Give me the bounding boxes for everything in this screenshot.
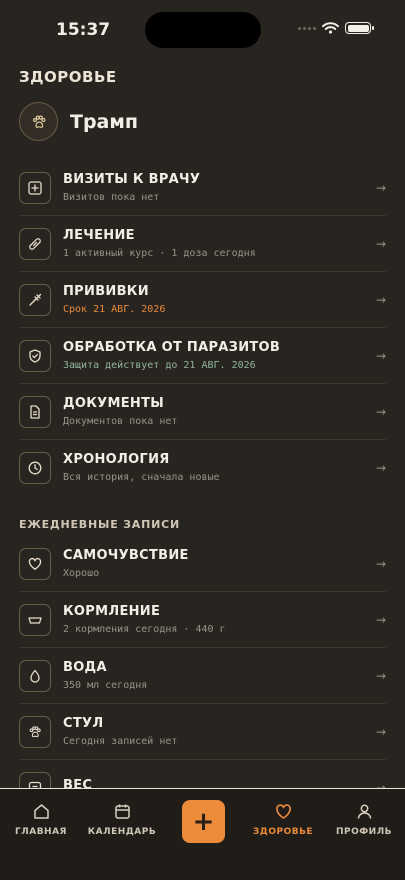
scale-icon	[19, 772, 51, 788]
document-icon	[19, 395, 51, 428]
row-title: ЛЕЧЕНИЕ	[63, 227, 135, 243]
row-title: ОБРАБОТКА ОТ ПАРАЗИТОВ	[63, 339, 281, 355]
pill-icon	[19, 227, 51, 260]
tab-label: КАЛЕНДАРЬ	[87, 827, 157, 837]
row-title: ВИЗИТЫ К ВРАЧУ	[63, 171, 201, 187]
status-time: 15:37	[56, 20, 111, 40]
battery-icon	[345, 22, 374, 34]
arrow-right-icon: →	[375, 348, 386, 363]
tab-calendar[interactable]: КАЛЕНДАРЬ	[82, 803, 162, 837]
row-subtitle: Защита действует до 21 АВГ. 2026	[63, 359, 256, 371]
row-title: СТУЛ	[63, 715, 104, 731]
status-icons	[298, 22, 374, 34]
row-subtitle: Сегодня записей нет	[63, 735, 178, 747]
user-icon	[357, 804, 371, 819]
row-title: ПРИВИВКИ	[63, 283, 149, 299]
heart-icon	[275, 804, 291, 819]
health-list: ВИЗИТЫ К ВРАЧУ Визитов пока нет → ЛЕЧЕНИ…	[19, 160, 386, 496]
tab-label: ЗДОРОВЬЕ	[252, 827, 314, 837]
plus-square-icon	[19, 171, 51, 204]
clock-icon	[19, 452, 51, 484]
row-water[interactable]: ВОДА 350 мл сегодня →	[19, 648, 386, 704]
tab-home[interactable]: ГЛАВНАЯ	[1, 803, 81, 837]
arrow-right-icon: →	[375, 612, 386, 627]
row-subtitle: 350 мл сегодня	[63, 679, 148, 691]
status-bar: 15:37	[0, 0, 405, 56]
pet-header[interactable]: Трамп	[19, 102, 138, 141]
heart-icon	[19, 547, 51, 580]
row-vaccinations[interactable]: ПРИВИВКИ Срок 21 АВГ. 2026 →	[19, 272, 386, 328]
water-drop-icon	[19, 659, 51, 692]
wifi-icon	[322, 22, 339, 34]
row-title: ВОДА	[63, 659, 107, 675]
add-button[interactable]: +	[182, 800, 225, 843]
tab-label: ГЛАВНАЯ	[15, 827, 67, 837]
arrow-right-icon: →	[375, 180, 386, 195]
arrow-right-icon: →	[375, 404, 386, 419]
tab-health[interactable]: ЗДОРОВЬЕ	[243, 803, 323, 837]
arrow-right-icon: →	[375, 236, 386, 251]
row-title: ВЕС	[63, 778, 93, 788]
row-treatment[interactable]: ЛЕЧЕНИЕ 1 активный курс · 1 доза сегодня…	[19, 216, 386, 272]
paw-icon	[19, 715, 51, 748]
row-weight[interactable]: ВЕС →	[19, 760, 386, 788]
page-title: ЗДОРОВЬЕ	[19, 68, 117, 86]
home-icon	[33, 804, 49, 819]
row-title: ХРОНОЛОГИЯ	[63, 452, 170, 467]
tab-profile[interactable]: ПРОФИЛЬ	[324, 803, 404, 837]
arrow-right-icon: →	[375, 781, 386, 788]
row-stool[interactable]: СТУЛ Сегодня записей нет →	[19, 704, 386, 760]
row-subtitle: 2 кормления сегодня · 440 г	[63, 623, 226, 635]
bowl-icon	[19, 603, 51, 636]
syringe-icon	[19, 283, 51, 316]
row-subtitle: Визитов пока нет	[63, 191, 160, 203]
row-feeding[interactable]: КОРМЛЕНИЕ 2 кормления сегодня · 440 г →	[19, 592, 386, 648]
row-subtitle: Хорошо	[63, 567, 100, 579]
arrow-right-icon: →	[375, 556, 386, 571]
row-title: САМОЧУВСТВИЕ	[63, 547, 189, 563]
tab-bar: ГЛАВНАЯ КАЛЕНДАРЬ + ЗДОРОВЬЕ ПРОФИЛЬ	[0, 788, 405, 880]
tab-label: ПРОФИЛЬ	[335, 827, 393, 837]
pet-avatar[interactable]	[19, 102, 58, 141]
pet-name: Трамп	[70, 110, 139, 133]
daily-list: САМОЧУВСТВИЕ Хорошо → КОРМЛЕНИЕ 2 кормле…	[19, 536, 386, 788]
health-screen: 15:37 ЗДОРОВЬЕ Трамп ВИЗИТЫ К ВРАЧУ Визи…	[0, 0, 405, 788]
row-vet-visits[interactable]: ВИЗИТЫ К ВРАЧУ Визитов пока нет →	[19, 160, 386, 216]
row-timeline[interactable]: ХРОНОЛОГИЯ Вся история, сначала новые →	[19, 440, 386, 496]
row-title: ДОКУМЕНТЫ	[63, 395, 165, 411]
section-label-daily: ЕЖЕДНЕВНЫЕ ЗАПИСИ	[19, 518, 180, 531]
shield-check-icon	[19, 339, 51, 372]
row-subtitle: Вся история, сначала новые	[63, 472, 220, 483]
row-wellbeing[interactable]: САМОЧУВСТВИЕ Хорошо →	[19, 536, 386, 592]
row-subtitle: Срок 21 АВГ. 2026	[63, 303, 166, 315]
arrow-right-icon: →	[375, 292, 386, 307]
row-title: КОРМЛЕНИЕ	[63, 603, 161, 619]
calendar-icon	[114, 804, 130, 819]
row-documents[interactable]: ДОКУМЕНТЫ Документов пока нет →	[19, 384, 386, 440]
signal-icon	[298, 26, 316, 30]
row-subtitle: 1 активный курс · 1 доза сегодня	[63, 247, 256, 259]
row-subtitle: Документов пока нет	[63, 415, 178, 427]
arrow-right-icon: →	[375, 724, 386, 739]
paw-icon	[32, 114, 45, 128]
row-parasite-treatment[interactable]: ОБРАБОТКА ОТ ПАРАЗИТОВ Защита действует …	[19, 328, 386, 384]
arrow-right-icon: →	[375, 461, 386, 475]
dynamic-island	[145, 12, 261, 48]
arrow-right-icon: →	[375, 668, 386, 683]
